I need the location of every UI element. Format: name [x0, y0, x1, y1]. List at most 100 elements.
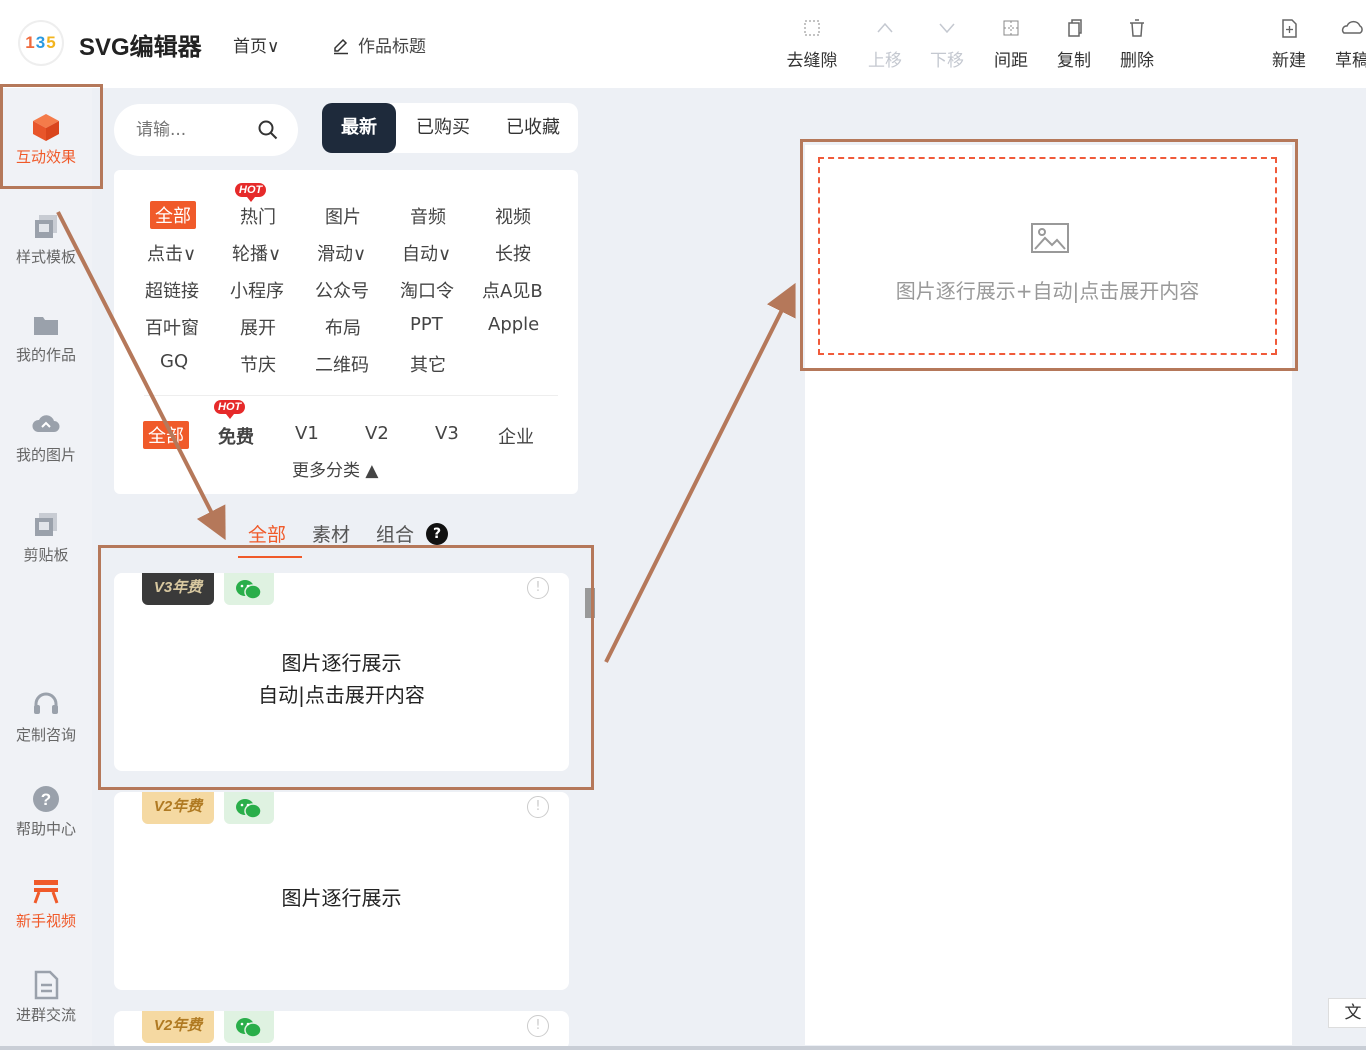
help-icon: ?	[33, 786, 59, 812]
move-down-button[interactable]: 下移	[917, 18, 977, 71]
wechat-icon	[236, 799, 262, 819]
spacing-button[interactable]: 间距	[981, 18, 1041, 71]
left-sidebar: 互动效果 样式模板 我的作品 我的图片 剪贴板 定制咨询 ? 帮助中心 新手视频…	[0, 88, 92, 1050]
tier-enterprise[interactable]: 企业	[498, 423, 534, 449]
scrollbar-thumb[interactable]	[585, 588, 595, 618]
category-qrcode[interactable]: 二维码	[315, 351, 369, 377]
category-carousel[interactable]: 轮播∨	[232, 240, 281, 266]
vip-badge: V2年费	[142, 1011, 214, 1043]
new-file-icon	[1282, 19, 1297, 38]
wechat-icon	[236, 580, 262, 600]
more-categories-toggle[interactable]: 更多分类 ▲	[292, 456, 378, 481]
info-icon[interactable]: !	[527, 796, 549, 818]
fill-gap-button[interactable]: 去缝隙	[782, 18, 842, 71]
cube-icon	[33, 114, 59, 141]
inserted-component-placeholder[interactable]: 图片逐行展示+自动|点击展开内容	[818, 157, 1277, 355]
tier-all[interactable]: 全部	[143, 421, 189, 449]
category-audio[interactable]: 音频	[410, 203, 446, 229]
drafts-button[interactable]: 草稿	[1322, 18, 1366, 71]
template-card[interactable]: V3年费 ! 图片逐行展示 自动|点击展开内容	[114, 573, 569, 771]
template-card[interactable]: V2年费 !	[114, 1011, 569, 1050]
info-icon[interactable]: !	[527, 1015, 549, 1037]
search-input[interactable]	[136, 118, 256, 142]
sidebar-item-interactive-effects[interactable]: 互动效果	[0, 112, 92, 167]
hot-badge: HOT	[214, 400, 246, 419]
vip-badge: V3年费	[142, 573, 214, 605]
category-layout[interactable]: 布局	[325, 314, 361, 340]
template-card[interactable]: V2年费 ! 图片逐行展示	[114, 792, 569, 990]
new-button[interactable]: 新建	[1259, 18, 1319, 71]
category-video[interactable]: 视频	[495, 203, 531, 229]
search-box	[114, 104, 298, 156]
category-image[interactable]: 图片	[325, 203, 361, 229]
move-up-button[interactable]: 上移	[855, 18, 915, 71]
home-menu[interactable]: 首页∨	[233, 32, 279, 57]
category-a-to-b[interactable]: 点A见B	[482, 277, 543, 303]
template-title-line: 自动|点击展开内容	[258, 683, 425, 707]
work-title-button[interactable]: 作品标题	[332, 32, 426, 57]
sidebar-item-help-center[interactable]: ? 帮助中心	[0, 784, 92, 839]
sidebar-item-clipboard[interactable]: 剪贴板	[0, 510, 92, 565]
wechat-icon	[236, 1018, 262, 1038]
folder-icon	[34, 317, 58, 335]
sidebar-item-style-templates[interactable]: 样式模板	[0, 212, 92, 267]
category-hot[interactable]: 热门	[240, 203, 276, 229]
hot-badge: HOT	[235, 183, 267, 202]
sidebar-item-my-works[interactable]: 我的作品	[0, 310, 92, 365]
category-ppt[interactable]: PPT	[410, 314, 443, 335]
sidebar-item-my-images[interactable]: 我的图片	[0, 410, 92, 465]
bottom-border	[0, 1046, 1366, 1050]
tier-free[interactable]: 免费	[218, 423, 254, 449]
subtab-all[interactable]: 全部	[248, 520, 286, 547]
vip-badge: V2年费	[142, 792, 214, 824]
tier-v1[interactable]: V1	[295, 423, 319, 444]
app-logo[interactable]: 135	[20, 22, 62, 64]
category-long-press[interactable]: 长按	[495, 240, 531, 266]
info-icon[interactable]: !	[527, 577, 549, 599]
delete-button[interactable]: 删除	[1107, 18, 1167, 71]
sidebar-item-custom-consulting[interactable]: 定制咨询	[0, 690, 92, 745]
video-icon	[33, 880, 59, 904]
panel-scrollbar[interactable]	[584, 574, 596, 1044]
subtab-material[interactable]: 素材	[312, 520, 350, 547]
sidebar-item-join-group[interactable]: 进群交流	[0, 970, 92, 1025]
help-circle-icon[interactable]: ?	[426, 523, 448, 545]
side-text-button[interactable]: 文	[1328, 998, 1366, 1028]
tier-v3[interactable]: V3	[435, 423, 459, 444]
subtab-combination[interactable]: 组合	[376, 520, 414, 547]
category-auto[interactable]: 自动∨	[402, 240, 451, 266]
category-other[interactable]: 其它	[410, 351, 446, 377]
segment-latest[interactable]: 最新	[322, 103, 396, 153]
category-festival[interactable]: 节庆	[240, 351, 276, 377]
spacing-icon	[1003, 20, 1019, 36]
segment-favorites[interactable]: 已收藏	[494, 103, 572, 153]
category-expand[interactable]: 展开	[240, 314, 276, 340]
search-icon[interactable]	[258, 120, 278, 140]
filter-divider	[144, 395, 558, 396]
category-taobao-code[interactable]: 淘口令	[400, 277, 454, 303]
template-icon	[35, 215, 57, 238]
segment-purchased[interactable]: 已购买	[406, 103, 480, 153]
copy-button[interactable]: 复制	[1044, 18, 1104, 71]
cloud-icon	[1341, 20, 1363, 34]
tier-v2[interactable]: V2	[365, 423, 389, 444]
svg-text:?: ?	[41, 790, 51, 809]
sidebar-item-beginner-videos[interactable]: 新手视频	[0, 876, 92, 931]
category-slide[interactable]: 滑动∨	[317, 240, 366, 266]
template-title-line: 图片逐行展示	[281, 651, 402, 675]
image-icon	[1031, 223, 1069, 253]
category-official-account[interactable]: 公众号	[315, 277, 369, 303]
headset-icon	[34, 692, 58, 714]
copy-icon	[1068, 19, 1082, 37]
wechat-badge	[224, 573, 274, 605]
category-click[interactable]: 点击∨	[147, 240, 196, 266]
category-mini-program[interactable]: 小程序	[230, 277, 284, 303]
category-all[interactable]: 全部	[150, 201, 196, 229]
category-gq[interactable]: GQ	[160, 351, 188, 372]
category-apple[interactable]: Apple	[488, 314, 539, 335]
pencil-icon	[334, 38, 348, 55]
template-title-line: 图片逐行展示	[281, 886, 402, 910]
sort-segment: 最新 已购买 已收藏	[322, 103, 578, 153]
category-blinds[interactable]: 百叶窗	[145, 314, 199, 340]
category-hyperlink[interactable]: 超链接	[145, 277, 199, 303]
